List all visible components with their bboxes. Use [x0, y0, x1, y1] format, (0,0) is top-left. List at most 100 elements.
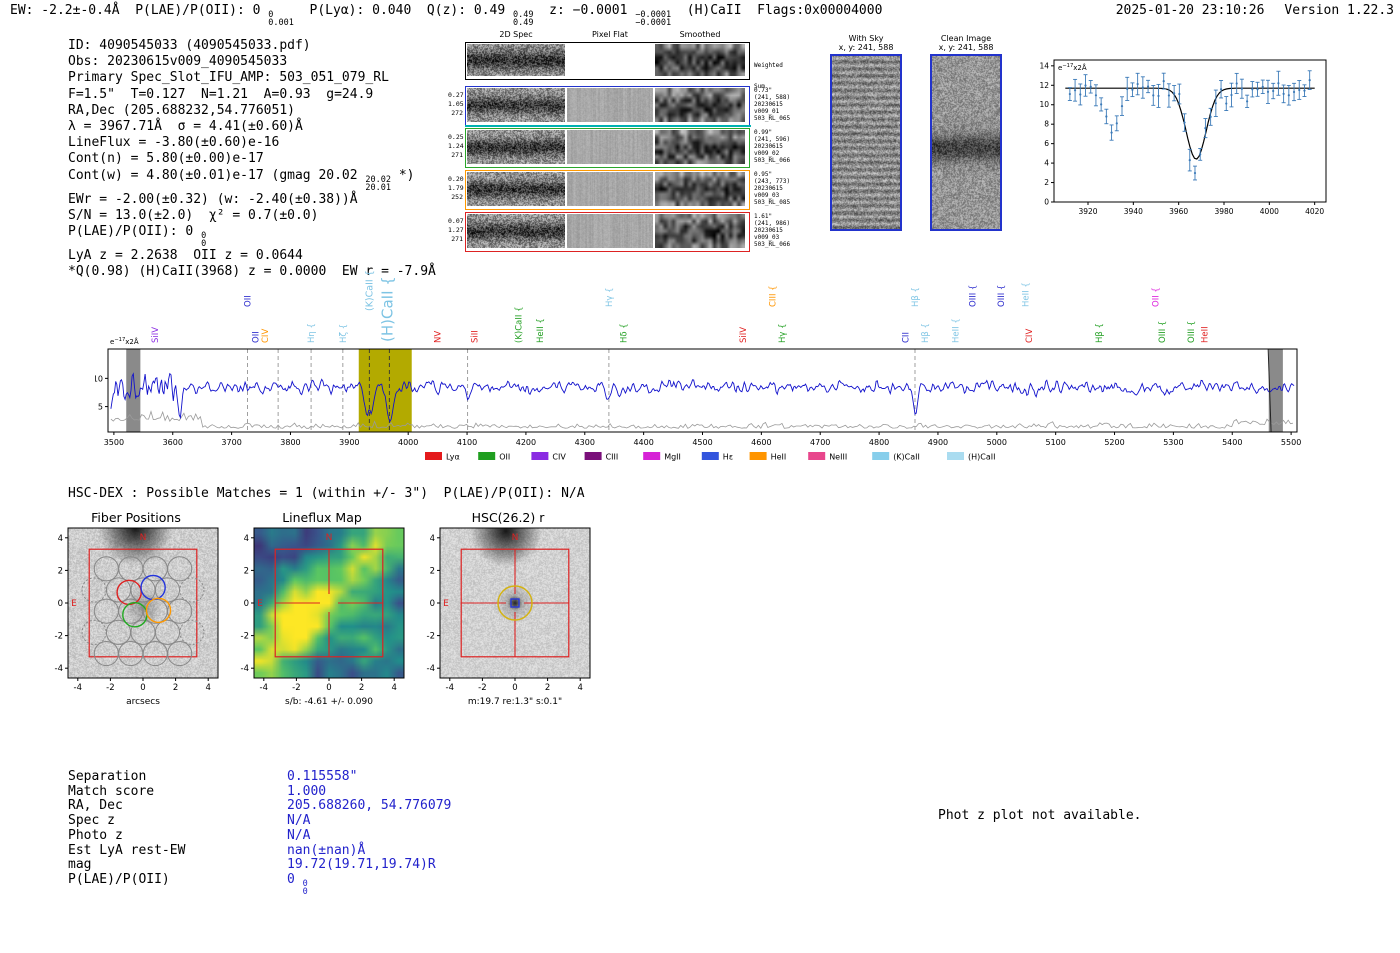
line-marker-label: Hγ { [778, 323, 788, 343]
svg-text:NeIII: NeIII [829, 453, 847, 462]
svg-text:2: 2 [244, 566, 249, 576]
smoothed-strip [655, 130, 745, 164]
info-line: RA,Dec (205.688232,54.776051) [68, 102, 295, 118]
svg-text:14: 14 [1039, 61, 1049, 70]
svg-text:5200: 5200 [1104, 438, 1124, 447]
with-sky-image [830, 54, 902, 231]
svg-text:-4: -4 [446, 683, 454, 693]
info-line: Cont(n) = 5.80(±0.00)e-17 [68, 151, 264, 167]
svg-text:m:19.7 re:1.3" s:0.1": m:19.7 re:1.3" s:0.1" [468, 697, 562, 707]
spec2d-row: 0.25 1.24 271 0.99" (241, 596) 20230615 v009_0… [448, 128, 816, 170]
svg-text:-4: -4 [74, 683, 82, 693]
lineflux-map-title: Lineflux Map [282, 510, 362, 525]
line-marker-label: Hδ { [620, 323, 630, 343]
spec2d-row: 0.20 1.79 252 0.95" (243, 773) 20230615 v009_0… [448, 170, 816, 212]
info-line: λ = 3967.71Å σ = 4.41(±0.60)Å [68, 119, 303, 135]
fiber-weight-labels: 0.07 1.27 271 [448, 217, 464, 243]
noise-floor-line [110, 410, 1293, 430]
svg-text:4: 4 [244, 534, 249, 544]
fiber-weight-labels: 0.27 1.05 272 [448, 91, 464, 117]
svg-text:4100: 4100 [457, 438, 477, 447]
svg-text:s/b: -4.61 +/- 0.090: s/b: -4.61 +/- 0.090 [285, 697, 373, 707]
svg-text:2: 2 [58, 566, 63, 576]
match-row: Spec z N/A [68, 813, 451, 829]
catalog-match-table: Separation 0.115558" Match score 1.000 RA, D… [68, 769, 451, 897]
spectrum-legend: Lyα OII CIV CIII MgII Hε HeII NeIII (K)CaII (H)Ca… [425, 452, 995, 462]
spec2d-panel: 2D Spec Pixel Flat Smoothed Weighted Sum… [448, 30, 816, 280]
photz-note: Phot z plot not available. [938, 808, 1142, 823]
match-row-value: 0.115558" [287, 769, 358, 784]
svg-text:4: 4 [391, 683, 396, 693]
svg-text:4900: 4900 [928, 438, 948, 447]
svg-text:e−17x2Å: e−17x2Å [110, 337, 139, 346]
full-spectrum-plot: 3500 3600 3700 3800 3900 4000 4100 4200 4300 4400… [95, 270, 1301, 462]
svg-text:2: 2 [173, 683, 178, 693]
info-line: Cont(w) = 4.80(±0.01)e-17 (gmag 20.02 20… [68, 167, 415, 193]
report-version: Version 1.22.3 [1284, 3, 1394, 18]
with-sky-canvas [832, 56, 900, 229]
pixel-flat-strip [567, 172, 653, 206]
svg-text:MgII: MgII [664, 453, 681, 462]
line-marker-label: NV [434, 331, 444, 343]
spec2d-row: 0.27 1.05 272 0.73" (241, 588) 20230615 v009_0… [448, 86, 816, 128]
match-row-value: nan(±nan)Å [287, 842, 366, 858]
with-sky-title: With Sky [848, 34, 884, 43]
pixel-flat-strip [567, 130, 653, 164]
line-marker-label: OIII { [997, 285, 1007, 307]
svg-text:8: 8 [1044, 120, 1049, 129]
svg-text:0: 0 [512, 683, 517, 693]
svg-text:CIII: CIII [606, 453, 619, 462]
svg-text:(K)CaII: (K)CaII [893, 453, 920, 462]
svg-text:N: N [140, 533, 147, 543]
smoothed-strip [655, 214, 745, 248]
line-marker-label: HeII { [1022, 282, 1032, 307]
hsc-r-title: HSC(26.2) r [471, 510, 545, 525]
line-marker-label: OII [244, 295, 254, 307]
match-row-value: N/A [287, 827, 311, 843]
svg-text:4: 4 [58, 534, 63, 544]
svg-text:12: 12 [1039, 81, 1049, 90]
svg-text:Lyα: Lyα [446, 453, 460, 462]
svg-text:(H)CaII: (H)CaII [968, 453, 995, 462]
stacked-value: 20.02 20.01 [365, 174, 392, 193]
line-marker-label: (K)CaII { [364, 270, 375, 311]
match-row-label: Photo z [68, 827, 123, 843]
fiber-weight-labels: 0.20 1.79 252 [448, 175, 464, 201]
match-row-label: Match score [68, 783, 155, 799]
svg-text:3920: 3920 [1078, 207, 1097, 216]
line-marker-label: HeII [1201, 326, 1211, 343]
match-row-value: 19.72(19.71,19.74)R [287, 857, 436, 873]
selected-row-underline [465, 125, 751, 127]
elixer-report-page: EW: -2.2±-0.4Å P(LAE)/P(OII): 0 0 0.001 P… [0, 0, 1400, 953]
lineflux-map-plot: -4 -4 -2 -2 0 0 2 2 4 4 N Es/b: -4.61 +/- 0.090 [241, 527, 405, 707]
fiber-id-labels: 0.95" (243, 773) 20230615 v009_03 503_RL_085 [754, 171, 791, 206]
svg-text:N: N [326, 533, 333, 543]
svg-text:4: 4 [430, 534, 435, 544]
2d-spec-strip [467, 88, 565, 122]
clean-image-title: Clean Image [940, 34, 992, 43]
svg-text:3600: 3600 [163, 438, 183, 447]
spec2d-rows: 0.27 1.05 272 0.73" (241, 588) 20230615 v009_0… [448, 30, 816, 280]
svg-text:3980: 3980 [1214, 207, 1233, 216]
svg-text:CIV: CIV [552, 453, 566, 462]
svg-text:4000: 4000 [1260, 207, 1279, 216]
svg-text:N: N [512, 533, 519, 543]
svg-text:E: E [443, 599, 449, 609]
match-row: Separation 0.115558" [68, 769, 451, 785]
2d-spec-strip [467, 172, 565, 206]
match-row-value: 0 00 [287, 871, 308, 897]
2d-spec-strip [467, 130, 565, 164]
fiber-weight-labels: 0.25 1.24 271 [448, 133, 464, 159]
svg-text:3900: 3900 [339, 438, 359, 447]
line-marker-label: Hη { [307, 323, 317, 343]
svg-text:5300: 5300 [1163, 438, 1183, 447]
hsc-r-cutout: HSC(26.2) r -4 -4 -2 -2 0 0 2 2 4 4 N Em:19.7 re:1.… [410, 510, 606, 716]
info-line: LineFlux = -3.80(±0.60)e-16 [68, 135, 280, 151]
line-marker-label: Hβ { [921, 323, 931, 343]
info-line: S/N = 13.0(±2.0) χ² = 0.7(±0.0) [68, 207, 319, 223]
fiber-positions-cutout: Fiber Positions -4 -4 -2 -2 0 0 2 2 4 4 N Earcsecs [38, 510, 234, 716]
spectrum-line [110, 372, 1295, 423]
svg-text:4000: 4000 [398, 438, 418, 447]
stacked-value: 00 [302, 878, 308, 897]
svg-text:4: 4 [205, 683, 210, 693]
